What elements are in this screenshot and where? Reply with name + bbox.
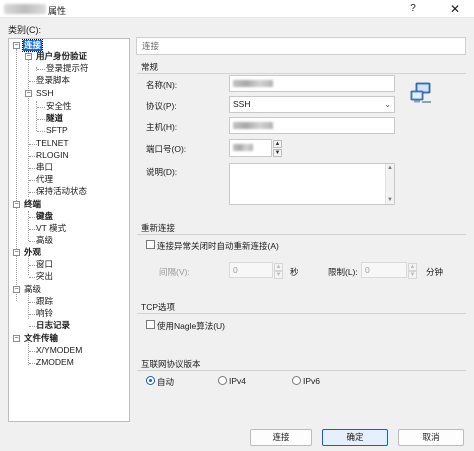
tree-item-connection[interactable]: 连接 — [21, 39, 44, 52]
tree-item-window[interactable]: 窗口 — [35, 259, 54, 270]
session-name-redacted — [4, 4, 46, 14]
interval-input[interactable]: 0 — [229, 262, 273, 278]
interval-unit: 秒 — [290, 267, 299, 277]
tree-item-zmodem[interactable]: ZMODEM — [35, 357, 75, 368]
interval-spin-down[interactable]: ▼ — [274, 271, 283, 279]
description-textarea[interactable]: ▲ ▼ — [229, 163, 395, 205]
tree-item-appearance[interactable]: 外观 — [23, 247, 42, 258]
tree-item-file-transfer[interactable]: 文件传输 — [23, 333, 59, 344]
tree-item-keyboard[interactable]: 键盘 — [35, 211, 54, 222]
cancel-button[interactable]: 取消 — [398, 429, 464, 446]
category-label: 类别(C): — [8, 25, 41, 35]
tree-item-logging[interactable]: 日志记录 — [35, 320, 71, 331]
close-button[interactable]: ✕ — [440, 1, 470, 17]
tree-expander-file-transfer[interactable]: − — [13, 335, 20, 342]
protocol-label: 协议(P): — [146, 101, 177, 111]
window-title: 属性 — [48, 6, 67, 16]
ok-button[interactable]: 确定 — [322, 429, 388, 446]
tree-item-xymodem[interactable]: X/YMODEM — [35, 345, 83, 356]
limit-label: 限制(L): — [328, 267, 358, 277]
tree-item-advanced[interactable]: 高级 — [23, 284, 42, 295]
interval-spin-up[interactable]: ▲ — [274, 263, 283, 271]
name-label: 名称(N): — [146, 80, 178, 90]
tcp-group-title: TCP选项 — [141, 302, 176, 312]
help-button[interactable]: ? — [406, 2, 420, 16]
tree-item-user-auth[interactable]: 用户身份验证 — [35, 51, 88, 62]
tree-item-ssh[interactable]: SSH — [35, 88, 54, 99]
reconnect-group-title: 重新连接 — [141, 223, 176, 233]
tree-item-vt-mode[interactable]: VT 模式 — [35, 223, 67, 234]
auto-reconnect-checkbox[interactable] — [146, 240, 155, 249]
title-bar: 属性 ? ✕ — [0, 0, 474, 18]
description-scrollbar[interactable]: ▲ ▼ — [385, 164, 394, 204]
network-computers-icon — [410, 82, 431, 103]
limit-unit: 分钟 — [426, 267, 444, 277]
tree-item-telnet[interactable]: TELNET — [35, 138, 70, 149]
tree-item-sftp[interactable]: SFTP — [45, 125, 69, 136]
limit-spin-up[interactable]: ▲ — [408, 263, 417, 271]
protocol-select[interactable]: SSH ⌄ — [229, 96, 395, 113]
tree-item-keepalive[interactable]: 保持活动状态 — [35, 186, 88, 197]
breadcrumb: 连接 — [136, 37, 466, 55]
port-spin-up[interactable]: ▲ — [273, 140, 282, 148]
category-tree[interactable]: − 连接 − 用户身份验证 登录提示符 登录脚本 − SSH 安全性 隧道 SF… — [8, 38, 130, 422]
chevron-down-icon: ⌄ — [384, 100, 391, 109]
port-spin-down[interactable]: ▼ — [273, 149, 282, 157]
ip-auto-label[interactable]: 自动 — [157, 376, 174, 388]
port-input[interactable] — [229, 139, 272, 157]
tree-expander-connection[interactable]: − — [13, 42, 20, 49]
ip-auto-radio[interactable] — [146, 376, 155, 385]
nagle-label[interactable]: 使用Nagle算法(U) — [157, 320, 225, 332]
host-label: 主机(H): — [146, 122, 178, 132]
ip-v6-label[interactable]: IPv6 — [303, 376, 320, 386]
tree-item-terminal[interactable]: 终端 — [23, 199, 42, 210]
tree-expander-ssh[interactable]: − — [25, 90, 32, 97]
general-group-title: 常规 — [141, 62, 159, 72]
protocol-value: SSH — [233, 99, 251, 109]
interval-label: 间隔(V): — [159, 267, 190, 277]
limit-spin-down[interactable]: ▼ — [408, 271, 417, 279]
tree-item-login-prompt[interactable]: 登录提示符 — [45, 63, 90, 74]
ip-v4-label[interactable]: IPv4 — [229, 376, 246, 386]
tree-item-highlight[interactable]: 突出 — [35, 271, 54, 282]
tree-item-terminal-advanced[interactable]: 高级 — [35, 235, 54, 246]
host-input[interactable] — [229, 117, 395, 134]
tree-expander-appearance[interactable]: − — [13, 249, 20, 256]
tree-expander-terminal[interactable]: − — [13, 201, 20, 208]
tree-item-tunnel[interactable]: 隧道 — [45, 113, 64, 124]
limit-input[interactable]: 0 — [361, 262, 407, 278]
tree-item-rlogin[interactable]: RLOGIN — [35, 150, 70, 161]
ip-version-group-title: 互联网协议版本 — [141, 359, 201, 369]
tree-item-login-script[interactable]: 登录脚本 — [35, 75, 71, 86]
tree-item-proxy[interactable]: 代理 — [35, 174, 54, 185]
tree-expander-auth[interactable]: − — [25, 53, 32, 60]
tree-item-bell[interactable]: 响铃 — [35, 308, 54, 319]
tree-item-trace[interactable]: 跟踪 — [35, 296, 54, 307]
tree-item-serial[interactable]: 串口 — [35, 162, 54, 173]
tree-expander-advanced[interactable]: − — [13, 286, 20, 293]
ip-v6-radio[interactable] — [292, 376, 301, 385]
description-label: 说明(D): — [146, 167, 178, 177]
ip-v4-radio[interactable] — [218, 376, 227, 385]
nagle-checkbox[interactable] — [146, 320, 155, 329]
port-label: 端口号(O): — [146, 144, 187, 154]
tree-item-security[interactable]: 安全性 — [45, 101, 73, 112]
auto-reconnect-label[interactable]: 连接异常关闭时自动重新连接(A) — [157, 240, 279, 252]
name-input[interactable] — [229, 75, 395, 92]
connect-button[interactable]: 连接 — [250, 429, 312, 446]
